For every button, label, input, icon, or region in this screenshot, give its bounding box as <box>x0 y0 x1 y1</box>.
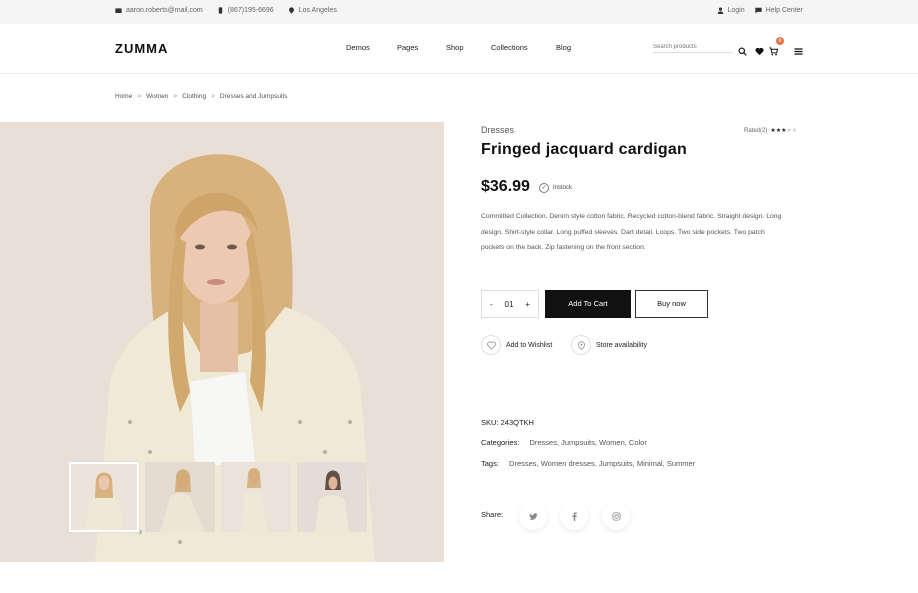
mail-icon <box>115 8 122 13</box>
breadcrumb-clothing[interactable]: Clothing <box>182 93 206 100</box>
product-rating[interactable]: Rated(2) ★★★★★ <box>744 127 797 135</box>
qty-decrease-button[interactable]: - <box>490 300 493 309</box>
tags-row: Tags: Dresses, Women dresses, Jumpsuits,… <box>481 459 695 468</box>
header: ZUMMA Demos Pages Shop Collections Blog … <box>0 24 918 74</box>
contact-location: Los Angeles <box>288 7 337 14</box>
search-icon[interactable] <box>738 43 747 56</box>
add-to-cart-button[interactable]: Add To Cart <box>545 290 631 318</box>
thumbnail-photo <box>145 462 215 532</box>
product-description: Committed Collection. Denim style cotton… <box>481 213 782 251</box>
share-label: Share: <box>481 510 504 519</box>
breadcrumb: Home > Women > Clothing > Dresses and Ju… <box>115 93 287 100</box>
stock-status: ✓ Instock <box>539 183 572 193</box>
menu-icon[interactable] <box>794 43 803 55</box>
cart-icon[interactable] <box>769 43 779 56</box>
thumbnail-photo <box>71 464 137 530</box>
logo[interactable]: ZUMMA <box>115 41 168 56</box>
sku-label: SKU: <box>481 418 499 427</box>
qty-value[interactable]: 01 <box>505 300 514 309</box>
tags-value[interactable]: Dresses, Women dresses, Jumpsuits, Minim… <box>509 459 695 468</box>
add-to-wishlist-link[interactable]: Add to Wishlist <box>481 335 552 355</box>
thumbnail-list <box>69 462 367 532</box>
check-circle-icon: ✓ <box>539 183 549 193</box>
thumbnail-2[interactable] <box>145 462 215 532</box>
sku-value: 243QTKH <box>500 418 534 427</box>
rating-label: Rated(2) <box>744 127 768 134</box>
user-icon <box>717 7 723 14</box>
sku-row: SKU: 243QTKH <box>481 418 534 427</box>
thumbnail-1[interactable] <box>69 462 139 532</box>
top-bar: aaron.roberts@mail.com (867)195-6696 Los… <box>0 0 918 24</box>
store-availability-link[interactable]: Store availability <box>571 335 647 355</box>
store-label: Store availability <box>596 341 647 349</box>
heart-outline-icon <box>481 335 501 355</box>
categories-value[interactable]: Dresses, Jumpsuits, Women, Color <box>529 438 646 447</box>
nav-item-pages[interactable]: Pages <box>397 43 418 52</box>
help-center-link[interactable]: Help Center <box>754 7 803 14</box>
thumbnail-4[interactable] <box>297 462 367 532</box>
location-outline-icon <box>571 335 591 355</box>
cart-count-badge: 0 <box>776 37 784 45</box>
breadcrumb-home[interactable]: Home <box>115 93 132 100</box>
location-icon <box>288 7 294 14</box>
breadcrumb-current: Dresses and Jumpsuits <box>219 93 288 100</box>
breadcrumb-separator: > <box>137 93 142 100</box>
product-title: Fringed jacquard cardigan <box>481 141 687 158</box>
breadcrumb-separator: > <box>211 93 215 100</box>
stock-label: Instock <box>553 185 573 191</box>
buy-now-button[interactable]: Buy now <box>635 290 708 318</box>
star-rating: ★★★★★ <box>770 127 797 134</box>
tags-label: Tags: <box>481 459 499 468</box>
contact-phone[interactable]: (867)195-6696 <box>217 7 274 14</box>
thumbnail-photo <box>297 462 367 532</box>
nav-item-collections[interactable]: Collections <box>491 43 528 52</box>
login-link[interactable]: Login <box>717 7 745 14</box>
product-category[interactable]: Dresses <box>481 125 514 135</box>
breadcrumb-women[interactable]: Women <box>146 93 168 100</box>
quantity-stepper: - 01 + <box>481 290 539 318</box>
nav-item-demos[interactable]: Demos <box>346 43 370 52</box>
twitter-icon[interactable] <box>519 502 547 530</box>
chat-icon <box>754 7 762 14</box>
instagram-icon[interactable] <box>602 502 630 530</box>
phone-icon <box>218 7 222 14</box>
search-input[interactable] <box>653 42 733 53</box>
breadcrumb-separator: > <box>173 93 178 100</box>
thumbnail-3[interactable] <box>221 462 291 532</box>
wishlist-label: Add to Wishlist <box>506 341 553 349</box>
nav-item-blog[interactable]: Blog <box>556 43 571 52</box>
nav-item-shop[interactable]: Shop <box>446 43 464 52</box>
contact-email[interactable]: aaron.roberts@mail.com <box>115 7 203 14</box>
qty-increase-button[interactable]: + <box>525 300 530 309</box>
heart-icon[interactable] <box>755 43 764 56</box>
categories-row: Categories: Dresses, Jumpsuits, Women, C… <box>481 438 647 447</box>
star-icon: ★ <box>791 128 798 134</box>
categories-label: Categories: <box>481 438 520 447</box>
facebook-icon[interactable] <box>560 502 588 530</box>
thumbnail-photo <box>221 462 291 532</box>
product-price: $36.99 <box>481 178 530 195</box>
